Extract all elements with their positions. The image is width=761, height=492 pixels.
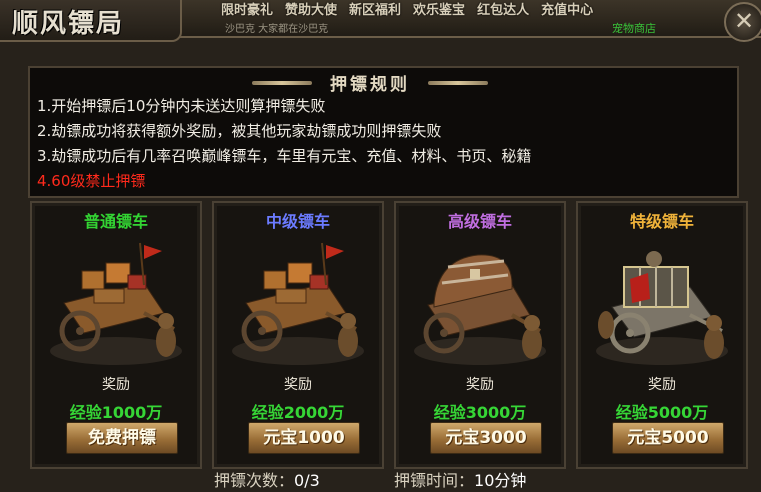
cart-card-advanced: 高级镖车 奖励 经验3000万 元宝3000 xyxy=(394,201,566,469)
reward-exp: 经验5000万 xyxy=(615,403,709,422)
free-escort-button[interactable]: 免费押镖 xyxy=(66,422,178,454)
cart-title: 高级镖车 xyxy=(447,212,512,231)
menu-sponsor[interactable]: 赞助大使 xyxy=(279,0,343,18)
rules-header: 押镖规则 xyxy=(252,70,488,96)
menu-new-server[interactable]: 新区福利 xyxy=(343,0,407,18)
cart-special-icon xyxy=(596,251,728,365)
pet-shop-link[interactable]: 宠物商店 xyxy=(612,20,656,36)
escort-3000-button[interactable]: 元宝3000 xyxy=(430,422,542,454)
close-icon: ✕ xyxy=(733,7,755,35)
escort-5000-button[interactable]: 元宝5000 xyxy=(612,422,724,454)
rule-line-1: 1.开始押镖后10分钟内未送达则算押镖失败 xyxy=(37,97,326,115)
escort-1000-button[interactable]: 元宝1000 xyxy=(248,422,360,454)
window-title: 顺风镖局 xyxy=(12,9,125,39)
cart-card-special: 特级镖车 奖励 经验5000万 元宝5000 xyxy=(576,201,748,469)
top-subline: 沙巴克 大家都在沙巴克 xyxy=(225,24,329,35)
reward-label: 奖励 xyxy=(648,377,676,393)
escort-time-label: 押镖时间： xyxy=(394,471,475,490)
cart-card-medium: 中级镖车 奖励 经验2000万 元宝1000 xyxy=(212,201,384,469)
rule-line-3: 3.劫镖成功后有几率召唤巅峰镖车，车里有元宝、充值、材料、书页、秘籍 xyxy=(37,147,532,165)
cart-normal-icon xyxy=(50,242,182,365)
reward-exp: 经验3000万 xyxy=(433,403,527,422)
escort-time: 押镖时间：10分钟 xyxy=(394,467,526,491)
cart-title: 中级镖车 xyxy=(265,212,330,231)
escort-count-label: 押镖次数： xyxy=(214,471,295,490)
escort-count-value: 0/3 xyxy=(294,471,320,490)
menu-limited-gift[interactable]: 限时豪礼 xyxy=(215,0,279,18)
reward-label: 奖励 xyxy=(102,377,130,393)
reward-exp: 经验1000万 xyxy=(69,403,163,422)
escort-time-value: 10分钟 xyxy=(474,471,527,490)
cart-card-normal: 普通镖车 奖励 经验1000万 免费押镖 xyxy=(30,201,202,469)
cart-medium-icon xyxy=(232,242,364,365)
menu-red-packet[interactable]: 红包达人 xyxy=(471,0,535,18)
title-tab: 顺风镖局 xyxy=(0,0,182,42)
menu-recharge[interactable]: 充值中心 xyxy=(535,0,599,18)
menu-appraise[interactable]: 欢乐鉴宝 xyxy=(407,0,471,18)
top-menu: 限时豪礼 赞助大使 新区福利 欢乐鉴宝 红包达人 充值中心 xyxy=(215,0,599,18)
rule-warning: 4.60级禁止押镖 xyxy=(37,172,146,190)
cart-advanced-icon xyxy=(414,254,546,365)
escort-count: 押镖次数：0/3 xyxy=(214,467,320,491)
rule-line-2: 2.劫镖成功将获得额外奖励，被其他玩家劫镖成功则押镖失败 xyxy=(37,122,442,140)
reward-label: 奖励 xyxy=(466,377,494,393)
cart-title: 普通镖车 xyxy=(83,212,148,231)
reward-label: 奖励 xyxy=(284,377,312,393)
close-button[interactable]: ✕ xyxy=(724,2,761,42)
cart-title: 特级镖车 xyxy=(629,212,694,231)
reward-exp: 经验2000万 xyxy=(251,403,345,422)
